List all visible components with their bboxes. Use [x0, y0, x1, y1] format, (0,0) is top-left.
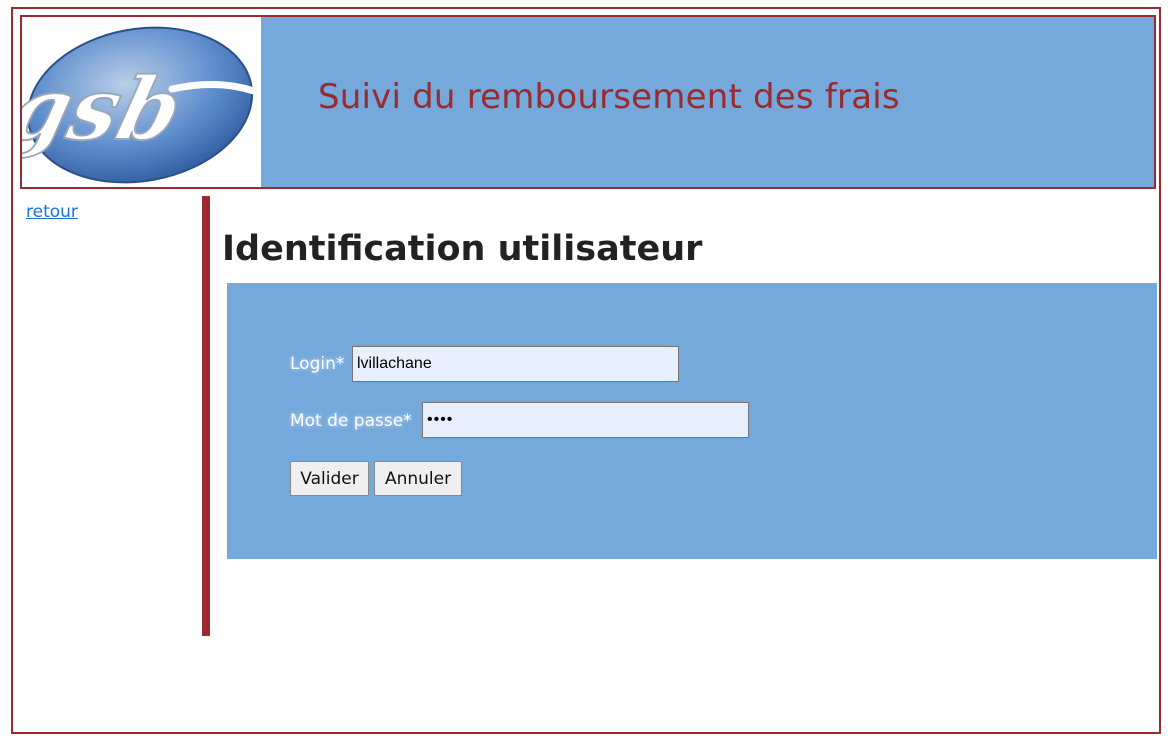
login-input[interactable] — [352, 346, 679, 382]
logo-text: gsb — [22, 58, 192, 159]
page-frame: gsb Suivi du remboursement des frais ret… — [11, 7, 1161, 734]
password-label: Mot de passe* — [290, 411, 412, 431]
header-banner: gsb Suivi du remboursement des frais — [20, 15, 1156, 189]
back-link[interactable]: retour — [26, 202, 78, 222]
login-label: Login* — [290, 354, 345, 374]
app-title: Suivi du remboursement des frais — [318, 77, 900, 117]
login-form: Login* Mot de passe* Valider Annuler — [227, 283, 1157, 559]
password-input[interactable] — [422, 402, 749, 438]
submit-button[interactable]: Valider — [290, 461, 369, 496]
page-title: Identification utilisateur — [222, 229, 703, 269]
sidebar-divider — [202, 196, 210, 636]
cancel-button[interactable]: Annuler — [374, 461, 462, 496]
gsb-logo: gsb — [22, 17, 261, 187]
